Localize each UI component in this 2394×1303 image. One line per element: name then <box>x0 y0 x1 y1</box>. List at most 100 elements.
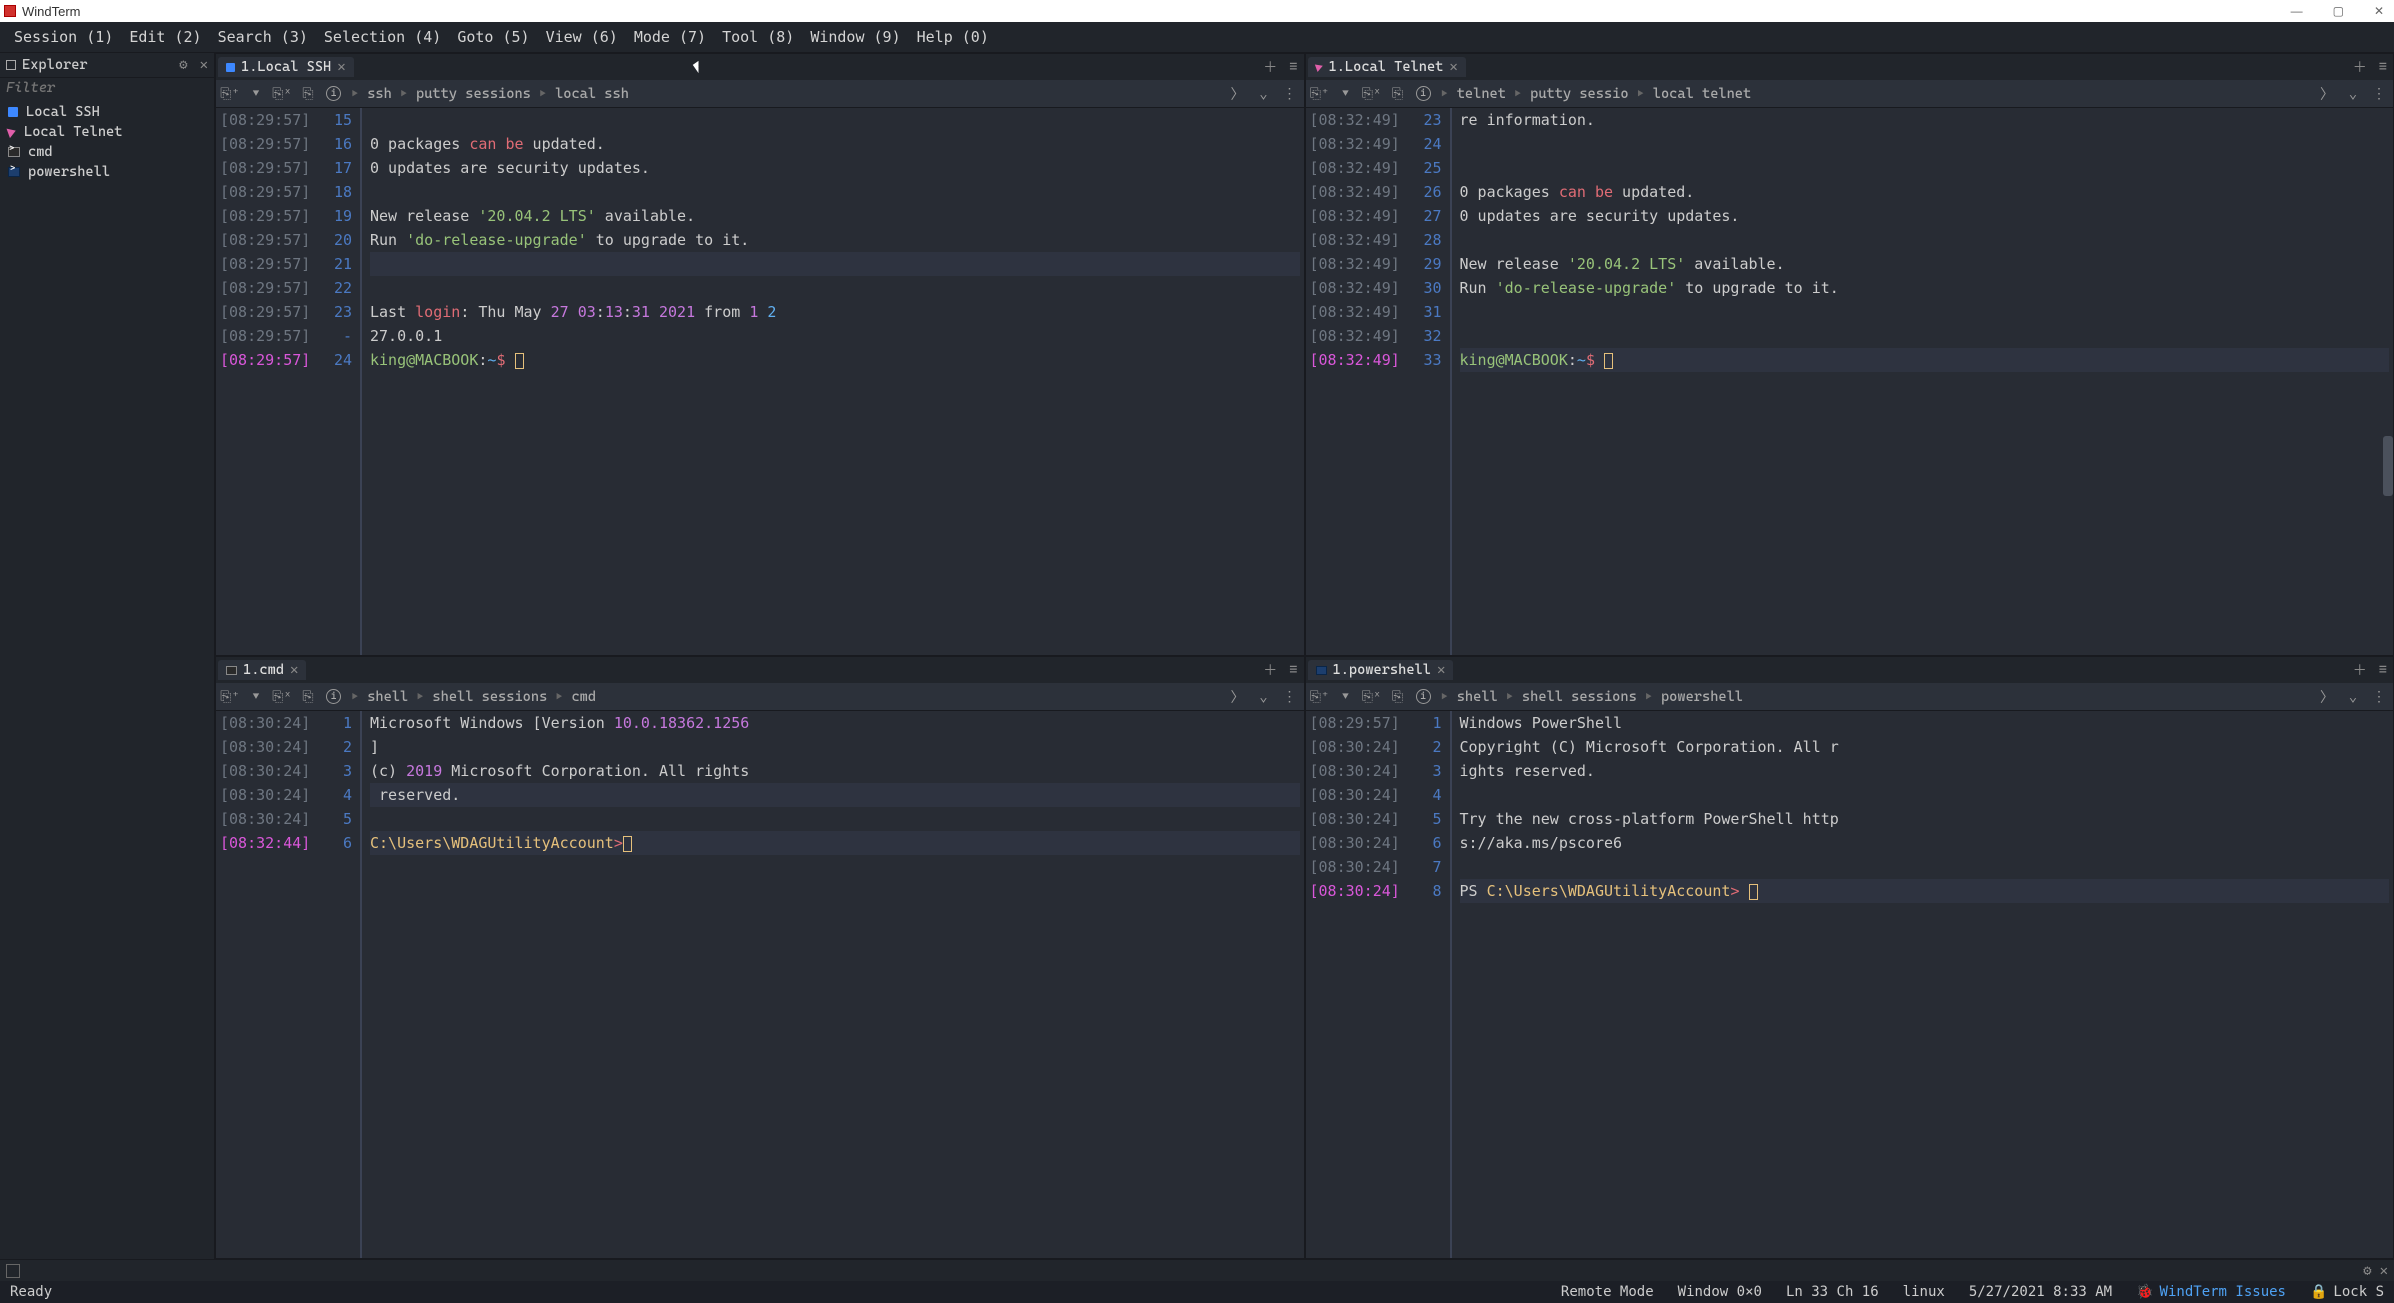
cmd-icon <box>8 147 20 157</box>
explorer-filter-input[interactable] <box>6 80 208 96</box>
status-lock[interactable]: Lock S <box>2333 1284 2384 1300</box>
tab-add-button[interactable]: ＋ <box>1259 57 1281 77</box>
toolbar-newfile-icon[interactable]: ⎘⁺ <box>222 689 238 705</box>
toolbar-info-icon[interactable]: i <box>1416 86 1431 101</box>
menu-tool[interactable]: Tool (8) <box>716 26 800 48</box>
tab-close-icon[interactable]: ✕ <box>1437 662 1445 678</box>
explorer-gear-icon[interactable]: ⚙ <box>179 57 187 73</box>
pane-ssh: 1.Local SSH ✕ ＋ ≡ ⎘⁺ ▾ ⎘ˣ ⎘ i ▸ssh ▸putt… <box>215 53 1305 656</box>
tab-add-button[interactable]: ＋ <box>2349 57 2371 77</box>
toolbar-copy-icon[interactable]: ⎘ˣ <box>274 86 290 102</box>
ssh-icon <box>226 63 235 72</box>
tab-powershell[interactable]: 1.powershell ✕ <box>1308 660 1454 680</box>
tab-menu-button[interactable]: ≡ <box>2375 59 2391 75</box>
tab-close-icon[interactable]: ✕ <box>337 59 345 75</box>
tab-telnet[interactable]: 1.Local Telnet ✕ <box>1308 57 1466 77</box>
toolbar-newfile-icon[interactable]: ⎘⁺ <box>1312 689 1328 705</box>
toolbar-dropdown-icon[interactable]: ▾ <box>248 86 264 102</box>
menu-mode[interactable]: Mode (7) <box>628 26 712 48</box>
status-position[interactable]: Ln 33 Ch 16 <box>1786 1284 1879 1300</box>
toolbar-newfile-icon[interactable]: ⎘⁺ <box>222 86 238 102</box>
telnet-icon <box>7 126 18 138</box>
menu-goto[interactable]: Goto (5) <box>451 26 535 48</box>
tab-label: 1.Local Telnet <box>1329 59 1444 75</box>
status-mode[interactable]: Remote Mode <box>1561 1284 1654 1300</box>
app-title: WindTerm <box>22 4 81 19</box>
menu-edit[interactable]: Edit (2) <box>123 26 207 48</box>
tab-cmd[interactable]: 1.cmd ✕ <box>218 660 306 680</box>
tab-ssh[interactable]: 1.Local SSH ✕ <box>218 57 354 77</box>
toolbar-expand-icon[interactable]: ⌄ <box>2345 689 2361 705</box>
breadcrumb[interactable]: ▸telnet ▸putty sessio ▸local telnet <box>1441 86 1752 102</box>
explorer-item-ssh[interactable]: Local SSH <box>0 102 214 122</box>
terminal-cmd[interactable]: [08:30:24][08:30:24][08:30:24][08:30:24]… <box>216 711 1304 1258</box>
tab-close-icon[interactable]: ✕ <box>290 662 298 678</box>
explorer-item-label: Local Telnet <box>24 124 122 140</box>
menu-selection[interactable]: Selection (4) <box>318 26 447 48</box>
status-os[interactable]: linux <box>1903 1284 1945 1300</box>
toolbar-info-icon[interactable]: i <box>326 86 341 101</box>
tab-add-button[interactable]: ＋ <box>2349 660 2371 680</box>
toolbar-copy-icon[interactable]: ⎘ˣ <box>1364 86 1380 102</box>
toolbar-expand-icon[interactable]: ⌄ <box>1256 86 1272 102</box>
toolbar-more-icon[interactable]: ⋮ <box>1282 689 1298 705</box>
menu-help[interactable]: Help (0) <box>911 26 995 48</box>
toolbar-copy-icon[interactable]: ⎘ˣ <box>274 689 290 705</box>
terminal-telnet[interactable]: [08:32:49][08:32:49][08:32:49][08:32:49]… <box>1306 108 2394 655</box>
breadcrumb[interactable]: ▸ssh ▸putty sessions ▸local ssh <box>351 86 629 102</box>
toolbar-dropdown-icon[interactable]: ▾ <box>1338 86 1354 102</box>
menu-view[interactable]: View (6) <box>540 26 624 48</box>
menu-window[interactable]: Window (9) <box>804 26 906 48</box>
tab-add-button[interactable]: ＋ <box>1259 660 1281 680</box>
cmd-icon <box>226 666 237 675</box>
tab-close-icon[interactable]: ✕ <box>1449 59 1457 75</box>
issues-icon: 🐞 <box>2136 1284 2153 1300</box>
tab-menu-button[interactable]: ≡ <box>1285 59 1301 75</box>
tab-menu-button[interactable]: ≡ <box>1285 662 1301 678</box>
bottom-toolbar: ⚙ ✕ <box>0 1259 2394 1281</box>
window-minimize-button[interactable]: — <box>2285 4 2309 18</box>
window-close-button[interactable]: ✕ <box>2368 4 2390 18</box>
terminal-ssh[interactable]: [08:29:57][08:29:57][08:29:57][08:29:57]… <box>216 108 1304 655</box>
breadcrumb[interactable]: ▸shell ▸shell sessions ▸powershell <box>1441 689 1744 705</box>
toolbar-dropdown-icon[interactable]: ▾ <box>1338 689 1354 705</box>
toolbar-next-icon[interactable]: 〉 <box>2319 687 2335 707</box>
bottom-gear-icon[interactable]: ⚙ <box>2363 1263 2371 1279</box>
explorer-item-label: powershell <box>28 164 110 180</box>
toolbar-more-icon[interactable]: ⋮ <box>2371 86 2387 102</box>
toolbar-paste-icon[interactable]: ⎘ <box>300 86 316 102</box>
menu-session[interactable]: Session (1) <box>8 26 119 48</box>
tab-menu-button[interactable]: ≡ <box>2375 662 2391 678</box>
lock-icon: 🔒 <box>2310 1284 2327 1300</box>
toolbar-expand-icon[interactable]: ⌄ <box>2345 86 2361 102</box>
terminal-powershell[interactable]: [08:29:57][08:30:24][08:30:24][08:30:24]… <box>1306 711 2394 1258</box>
pane-telnet: 1.Local Telnet ✕ ＋ ≡ ⎘⁺ ▾ ⎘ˣ ⎘ i ▸telnet… <box>1305 53 2394 656</box>
status-window[interactable]: Window 0×0 <box>1678 1284 1762 1300</box>
bottom-panel-icon[interactable] <box>6 1264 20 1278</box>
toolbar-info-icon[interactable]: i <box>1416 689 1431 704</box>
explorer-item-powershell[interactable]: powershell <box>0 162 214 182</box>
toolbar-paste-icon[interactable]: ⎘ <box>1390 86 1406 102</box>
toolbar-next-icon[interactable]: 〉 <box>2319 84 2335 104</box>
explorer-item-cmd[interactable]: cmd <box>0 142 214 162</box>
toolbar-more-icon[interactable]: ⋮ <box>1282 86 1298 102</box>
menu-search[interactable]: Search (3) <box>212 26 314 48</box>
status-issues-link[interactable]: WindTerm Issues <box>2160 1284 2286 1300</box>
toolbar-next-icon[interactable]: 〉 <box>1230 84 1246 104</box>
toolbar-copy-icon[interactable]: ⎘ˣ <box>1364 689 1380 705</box>
explorer-item-telnet[interactable]: Local Telnet <box>0 122 214 142</box>
explorer-close-icon[interactable]: ✕ <box>200 57 208 73</box>
pane-grid: 1.Local SSH ✕ ＋ ≡ ⎘⁺ ▾ ⎘ˣ ⎘ i ▸ssh ▸putt… <box>215 53 2394 1259</box>
toolbar-paste-icon[interactable]: ⎘ <box>1390 689 1406 705</box>
toolbar-newfile-icon[interactable]: ⎘⁺ <box>1312 86 1328 102</box>
toolbar-paste-icon[interactable]: ⎘ <box>300 689 316 705</box>
app-logo-icon <box>4 5 16 17</box>
toolbar-more-icon[interactable]: ⋮ <box>2371 689 2387 705</box>
toolbar-next-icon[interactable]: 〉 <box>1230 687 1246 707</box>
toolbar-dropdown-icon[interactable]: ▾ <box>248 689 264 705</box>
toolbar-expand-icon[interactable]: ⌄ <box>1256 689 1272 705</box>
window-maximize-button[interactable]: ▢ <box>2327 4 2350 18</box>
breadcrumb[interactable]: ▸shell ▸shell sessions ▸cmd <box>351 689 596 705</box>
toolbar-info-icon[interactable]: i <box>326 689 341 704</box>
bottom-close-icon[interactable]: ✕ <box>2380 1263 2388 1279</box>
